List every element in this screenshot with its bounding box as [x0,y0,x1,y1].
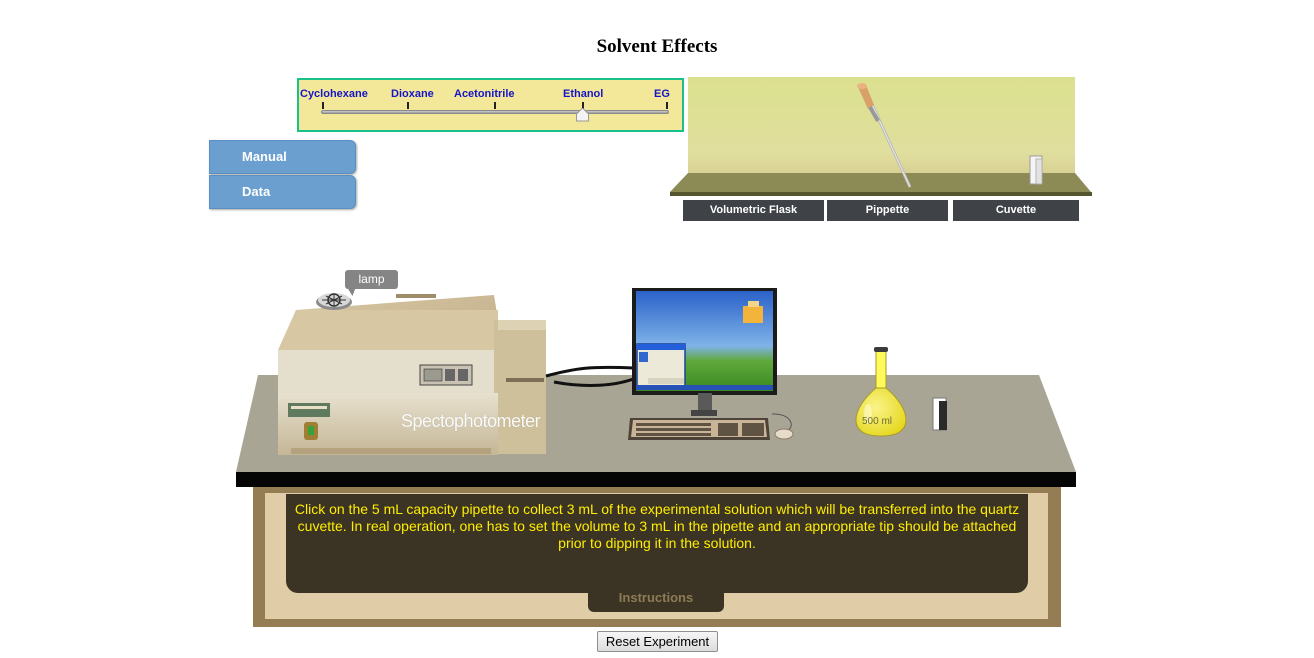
slider-track[interactable] [321,110,669,114]
manual-tab[interactable]: Manual [209,140,356,174]
instructions-text: Click on the 5 mL capacity pipette to co… [294,501,1020,551]
equipment-shelf [670,77,1092,196]
spectrophotometer-label: Spectophotometer [401,411,541,431]
reset-experiment-button[interactable]: Reset Experiment [597,631,718,652]
solvent-option-acetonitrile[interactable]: Acetonitrile [454,88,515,100]
page-title: Solvent Effects [596,36,718,57]
solvent-option-dioxane[interactable]: Dioxane [391,88,434,100]
lamp-icon[interactable] [316,293,352,310]
lamp-label: lamp [345,270,398,289]
slider-tick [322,102,324,109]
solvent-option-cyclohexane[interactable]: Cyclohexane [300,88,368,100]
solvent-option-ethanol[interactable]: Ethanol [563,88,603,100]
slider-tick [666,102,668,109]
solvent-slider-panel: Cyclohexane Dioxane Acetonitrile Ethanol… [297,78,684,132]
volumetric-flask-button[interactable]: Volumetric Flask [683,200,824,221]
cuvette-on-bench[interactable] [932,397,947,431]
cuvette-button[interactable]: Cuvette [953,200,1079,221]
slider-tick [494,102,496,109]
data-tab[interactable]: Data [209,175,356,209]
slider-thumb[interactable] [576,108,589,122]
instructions-tab[interactable]: Instructions [588,590,724,612]
instructions-box: Click on the 5 mL capacity pipette to co… [286,494,1028,593]
solvent-option-eg[interactable]: EG [654,88,670,100]
pipette-button[interactable]: Pippette [827,200,948,221]
cuvette-icon[interactable] [1029,155,1043,185]
slider-tick [407,102,409,109]
flask-volume-label: 500 ml [862,416,893,427]
